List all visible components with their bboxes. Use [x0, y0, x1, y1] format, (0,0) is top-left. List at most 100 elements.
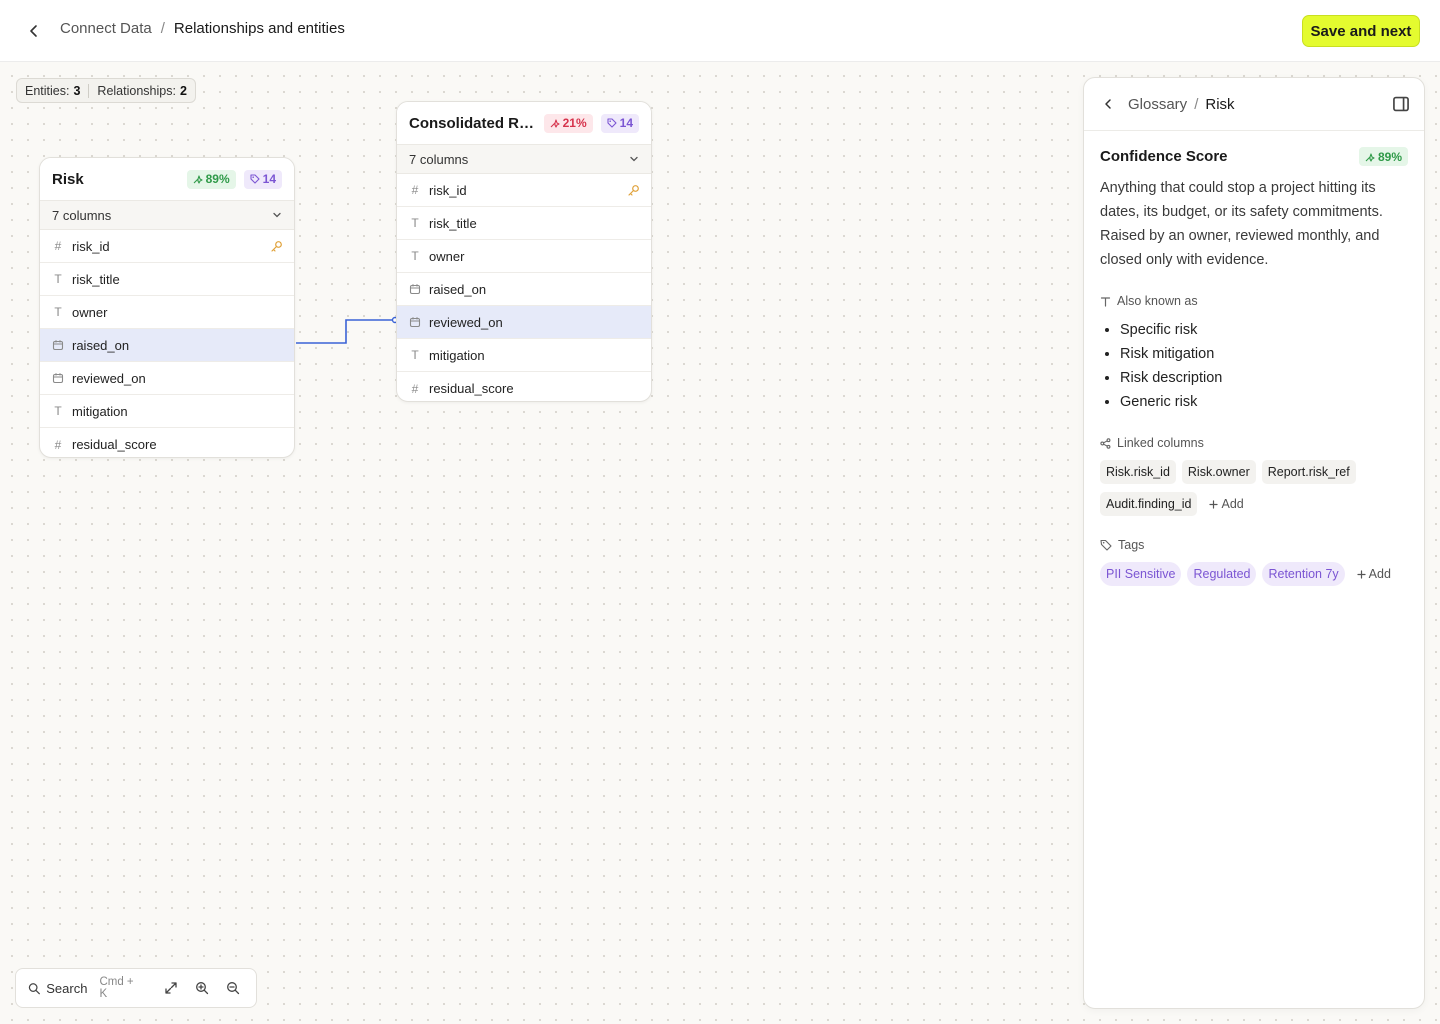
add-label: Add — [1368, 567, 1391, 581]
sparkle-icon — [1365, 152, 1375, 162]
search-icon — [28, 982, 40, 994]
zoom-out-button[interactable] — [223, 977, 244, 999]
text-type-icon: T — [54, 404, 62, 418]
tag-list: PII Sensitive Regulated Retention 7y Add — [1100, 562, 1408, 586]
column-row[interactable]: reviewed_on — [40, 362, 294, 395]
chevron-down-icon — [630, 156, 638, 162]
column-row[interactable]: # risk_id — [40, 230, 294, 263]
panel-breadcrumb-parent[interactable]: Glossary — [1128, 96, 1187, 113]
hash-icon: # — [411, 381, 419, 396]
column-row-highlighted[interactable]: raised_on — [40, 329, 294, 362]
hash-icon: # — [411, 183, 419, 197]
text-type-icon: T — [54, 272, 62, 286]
linked-column-chip[interactable]: Risk.risk_id — [1100, 460, 1176, 484]
entity-title: Risk — [52, 170, 84, 188]
calendar-icon — [409, 317, 421, 328]
search-shortcut: Cmd + K — [99, 976, 134, 1000]
column-row[interactable]: T risk_title — [40, 263, 294, 296]
column-name: mitigation — [429, 347, 485, 363]
entity-header[interactable]: Consolidated Rep... 21% 14 — [397, 102, 651, 144]
list-item: Specific risk — [1120, 318, 1408, 342]
entity-header[interactable]: Risk 89% 14 — [40, 158, 294, 200]
glossary-description: Anything that could stop a project hitti… — [1100, 180, 1383, 268]
calendar-icon — [409, 284, 421, 295]
key-icon — [628, 185, 639, 196]
tag-count-value: 14 — [262, 172, 276, 186]
linked-columns: Risk.risk_id Risk.owner Report.risk_ref … — [1100, 460, 1408, 516]
columns-toggle[interactable]: 7 columns — [40, 200, 294, 230]
plus-icon — [1209, 499, 1219, 509]
entity-card-risk[interactable]: Risk 89% 14 7 columns # risk_id T risk_t… — [39, 157, 295, 458]
columns-count: 7 columns — [52, 207, 112, 223]
add-tag-button[interactable]: Add — [1351, 567, 1397, 581]
share-nodes-icon — [1100, 437, 1111, 449]
field-row: Confidence Score 89% — [1100, 147, 1408, 166]
linked-column-chip[interactable]: Report.risk_ref — [1261, 460, 1356, 484]
confidence-badge: 21% — [543, 113, 593, 133]
panel-header: Glossary / Risk — [1084, 78, 1424, 131]
column-row-highlighted[interactable]: reviewed_on — [397, 306, 651, 339]
column-name: owner — [72, 304, 108, 320]
entity-title: Consolidated Rep... — [409, 114, 541, 132]
column-name: residual_score — [429, 381, 514, 396]
column-name: raised_on — [429, 281, 487, 297]
linked-column-chip[interactable]: Audit.finding_id — [1100, 492, 1198, 516]
search-button[interactable]: Search Cmd + K — [28, 976, 142, 1000]
column-row[interactable]: # residual_score — [40, 428, 294, 457]
tag-count-value: 14 — [619, 116, 633, 130]
confidence-badge: 89% — [186, 169, 236, 189]
panel-toggle-icon[interactable] — [1392, 95, 1410, 113]
column-name: reviewed_on — [429, 314, 503, 330]
column-row[interactable]: raised_on — [397, 273, 651, 306]
breadcrumb: Connect Data / Relationships and entitie… — [60, 20, 345, 37]
back-button[interactable] — [22, 19, 46, 43]
text-type-icon — [1100, 296, 1111, 307]
field-title: Confidence Score — [1100, 148, 1228, 165]
linked-column-chip[interactable]: Risk.owner — [1181, 460, 1256, 484]
sparkle-icon — [193, 175, 203, 184]
zoom-out-icon — [227, 982, 240, 995]
column-row[interactable]: T owner — [40, 296, 294, 329]
page-title: Relationships and entities — [173, 20, 345, 37]
tag-icon — [250, 174, 260, 184]
tag-chip[interactable]: Regulated — [1187, 562, 1257, 586]
zoom-in-button[interactable] — [191, 977, 212, 999]
panel-breadcrumb-separator: / — [1194, 95, 1199, 113]
aka-list: Specific risk Risk mitigation Risk descr… — [1100, 318, 1408, 414]
entity-card-consolidated-report[interactable]: Consolidated Rep... 21% 14 7 columns # r… — [396, 101, 652, 402]
plus-icon — [1357, 569, 1366, 579]
column-row[interactable]: T owner — [397, 240, 651, 273]
linked-label: Linked columns — [1117, 436, 1204, 450]
fit-view-button[interactable] — [160, 977, 181, 999]
text-type-icon: T — [411, 249, 419, 263]
column-row[interactable]: # risk_id — [397, 174, 651, 207]
save-and-next-button[interactable]: Save and next — [1302, 15, 1420, 47]
tags-label: Tags — [1118, 538, 1145, 552]
breadcrumb-parent[interactable]: Connect Data — [60, 20, 152, 37]
tag-chip[interactable]: Retention 7y — [1262, 562, 1345, 586]
add-linked-column-button[interactable]: Add — [1203, 497, 1249, 511]
chevron-down-icon — [273, 212, 281, 218]
column-row[interactable]: T mitigation — [397, 339, 651, 372]
tags-section-label: Tags — [1100, 538, 1408, 552]
text-type-icon: T — [411, 348, 419, 362]
column-row[interactable]: T risk_title — [397, 207, 651, 240]
calendar-icon — [52, 340, 64, 351]
tag-chip[interactable]: PII Sensitive — [1100, 562, 1182, 586]
column-name: risk_id — [72, 238, 110, 254]
list-item: Risk mitigation — [1120, 342, 1408, 366]
column-list: # risk_id T risk_title T owner raised_on… — [397, 174, 651, 401]
aka-label: Also known as — [1117, 294, 1198, 308]
text-type-icon: T — [411, 216, 419, 230]
confidence-value: 21% — [562, 116, 587, 130]
columns-toggle[interactable]: 7 columns — [397, 144, 651, 174]
chevron-left-icon — [30, 25, 37, 37]
list-item: Risk description — [1120, 366, 1408, 390]
column-row[interactable]: # residual_score — [397, 372, 651, 401]
column-name: owner — [429, 248, 465, 264]
panel-back-button[interactable] — [1098, 94, 1118, 114]
sparkle-icon — [550, 119, 560, 128]
column-row[interactable]: T mitigation — [40, 395, 294, 428]
columns-count: 7 columns — [409, 151, 469, 167]
column-name: risk_title — [72, 271, 120, 287]
